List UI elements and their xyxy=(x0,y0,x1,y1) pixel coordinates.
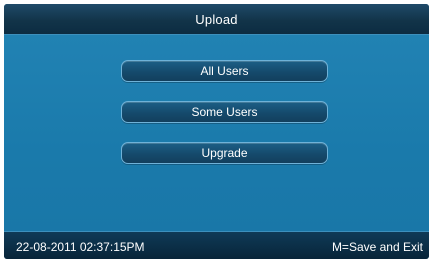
date-time-display: 22-08-2011 02:37:15PM xyxy=(16,240,145,254)
status-bar: 22-08-2011 02:37:15PM M=Save and Exit xyxy=(4,231,429,259)
save-exit-hint: M=Save and Exit xyxy=(331,240,423,254)
title-bar: Upload xyxy=(4,4,429,35)
upgrade-label: Upgrade xyxy=(201,146,248,160)
some-users-label: Some Users xyxy=(191,105,258,119)
page-title: Upload xyxy=(195,11,238,27)
all-users-button[interactable]: All Users xyxy=(121,60,328,82)
upgrade-button[interactable]: Upgrade xyxy=(121,142,328,164)
some-users-button[interactable]: Some Users xyxy=(121,101,328,123)
all-users-label: All Users xyxy=(200,64,249,78)
menu-area: All Users Some Users Upgrade xyxy=(4,35,429,231)
screen-frame: Upload All Users Some Users Upgrade 22-0… xyxy=(4,4,429,259)
device-screen: Upload All Users Some Users Upgrade 22-0… xyxy=(0,0,433,263)
